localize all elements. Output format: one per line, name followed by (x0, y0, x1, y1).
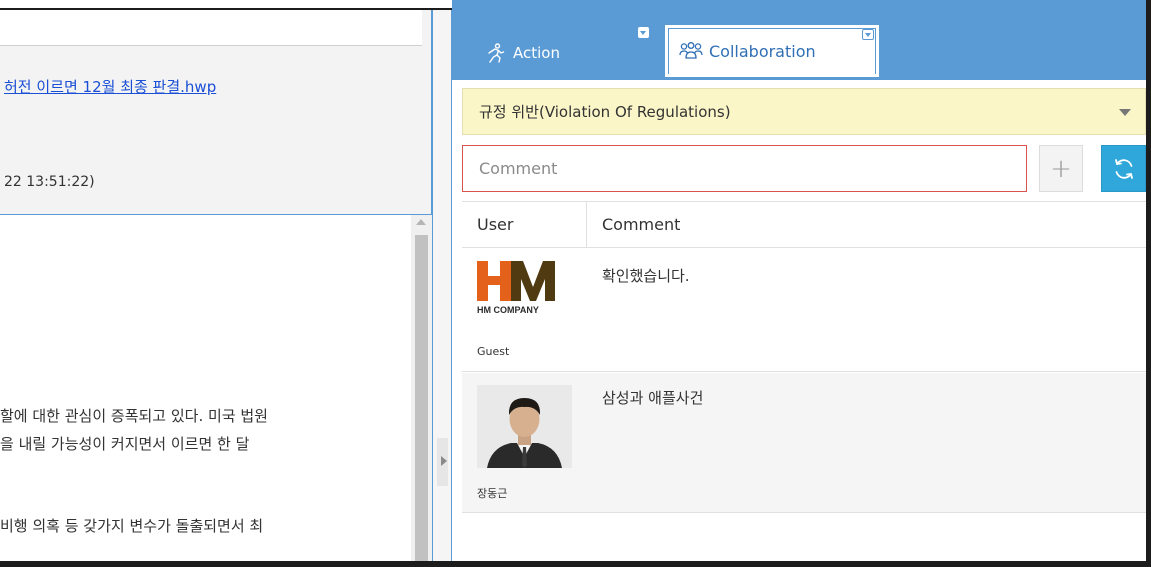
tab-action[interactable]: Action (485, 40, 560, 66)
user-name: 장동근 (477, 487, 508, 500)
hm-company-logo-text: HM COMPANY (477, 305, 539, 315)
tab-bar: Action Collaboration (452, 0, 1146, 80)
table-header: User Comment (462, 202, 1146, 248)
chevron-down-icon[interactable] (1119, 109, 1131, 116)
comment-text: 확인했습니다. (602, 267, 690, 285)
company-logo: HM COMPANY (477, 259, 577, 321)
table-row[interactable]: HM COMPANY Guest 확인했습니다. (462, 249, 1146, 372)
tab-collaboration[interactable]: Collaboration (664, 24, 880, 77)
document-scrollbar[interactable] (411, 215, 432, 561)
users-group-icon (679, 42, 703, 59)
avatar (477, 385, 577, 472)
category-select-value: 규정 위반(Violation Of Regulations) (479, 103, 731, 121)
scroll-up-icon[interactable] (416, 219, 426, 225)
document-panel: 허전 이르면 12월 최종 판결.hwp 22 13:51:22) 할에 대한 … (0, 10, 432, 561)
window-bottom-border (0, 561, 1151, 567)
user-name: Guest (477, 345, 510, 358)
collaboration-panel: Action Collaboration 규정 위반(Violation Of … (452, 0, 1146, 561)
document-header: 허전 이르면 12월 최종 판결.hwp 22 13:51:22) (0, 10, 432, 214)
document-timestamp: 22 13:51:22) (4, 174, 95, 190)
add-comment-button[interactable]: + (1039, 145, 1083, 192)
running-person-icon (488, 43, 505, 63)
attachment-link[interactable]: 허전 이르면 12월 최종 판결.hwp (4, 76, 216, 97)
comments-table: User Comment HM COMPANY Guest 확인했습니다. 장동… (462, 201, 1146, 561)
document-text-line: 할에 대한 관심이 증폭되고 있다. 미국 법원 (0, 407, 268, 425)
expand-right-icon[interactable] (441, 456, 447, 466)
document-body: 할에 대한 관심이 증폭되고 있다. 미국 법원 을 내릴 가능성이 커지면서 … (0, 215, 410, 561)
refresh-button[interactable] (1101, 145, 1146, 192)
refresh-icon (1114, 158, 1133, 179)
document-title-bar (0, 10, 422, 46)
panel-splitter[interactable] (432, 10, 452, 561)
column-header-user: User (477, 215, 514, 234)
tab-action-label: Action (513, 44, 560, 62)
comment-input[interactable] (462, 145, 1027, 192)
table-row[interactable]: 장동근 삼성과 애플사건 (462, 373, 1146, 513)
tab-collaboration-menu-icon[interactable] (862, 29, 874, 40)
document-text-line: 비행 의혹 등 갖가지 변수가 돌출되면서 최 (0, 517, 264, 535)
user-photo (477, 385, 572, 468)
column-divider (586, 202, 587, 248)
column-header-comment: Comment (602, 215, 681, 234)
splitter-handle[interactable] (437, 438, 448, 486)
tab-collaboration-label: Collaboration (709, 41, 816, 61)
window-right-border (1146, 0, 1151, 567)
comment-text: 삼성과 애플사건 (602, 389, 704, 407)
tab-action-menu-icon[interactable] (638, 27, 649, 38)
hm-company-logo: HM COMPANY (477, 261, 555, 315)
category-select[interactable]: 규정 위반(Violation Of Regulations) (462, 88, 1146, 135)
document-text-line: 을 내릴 가능성이 커지면서 이르면 한 달 (0, 435, 250, 453)
scrollbar-thumb[interactable] (415, 235, 428, 561)
